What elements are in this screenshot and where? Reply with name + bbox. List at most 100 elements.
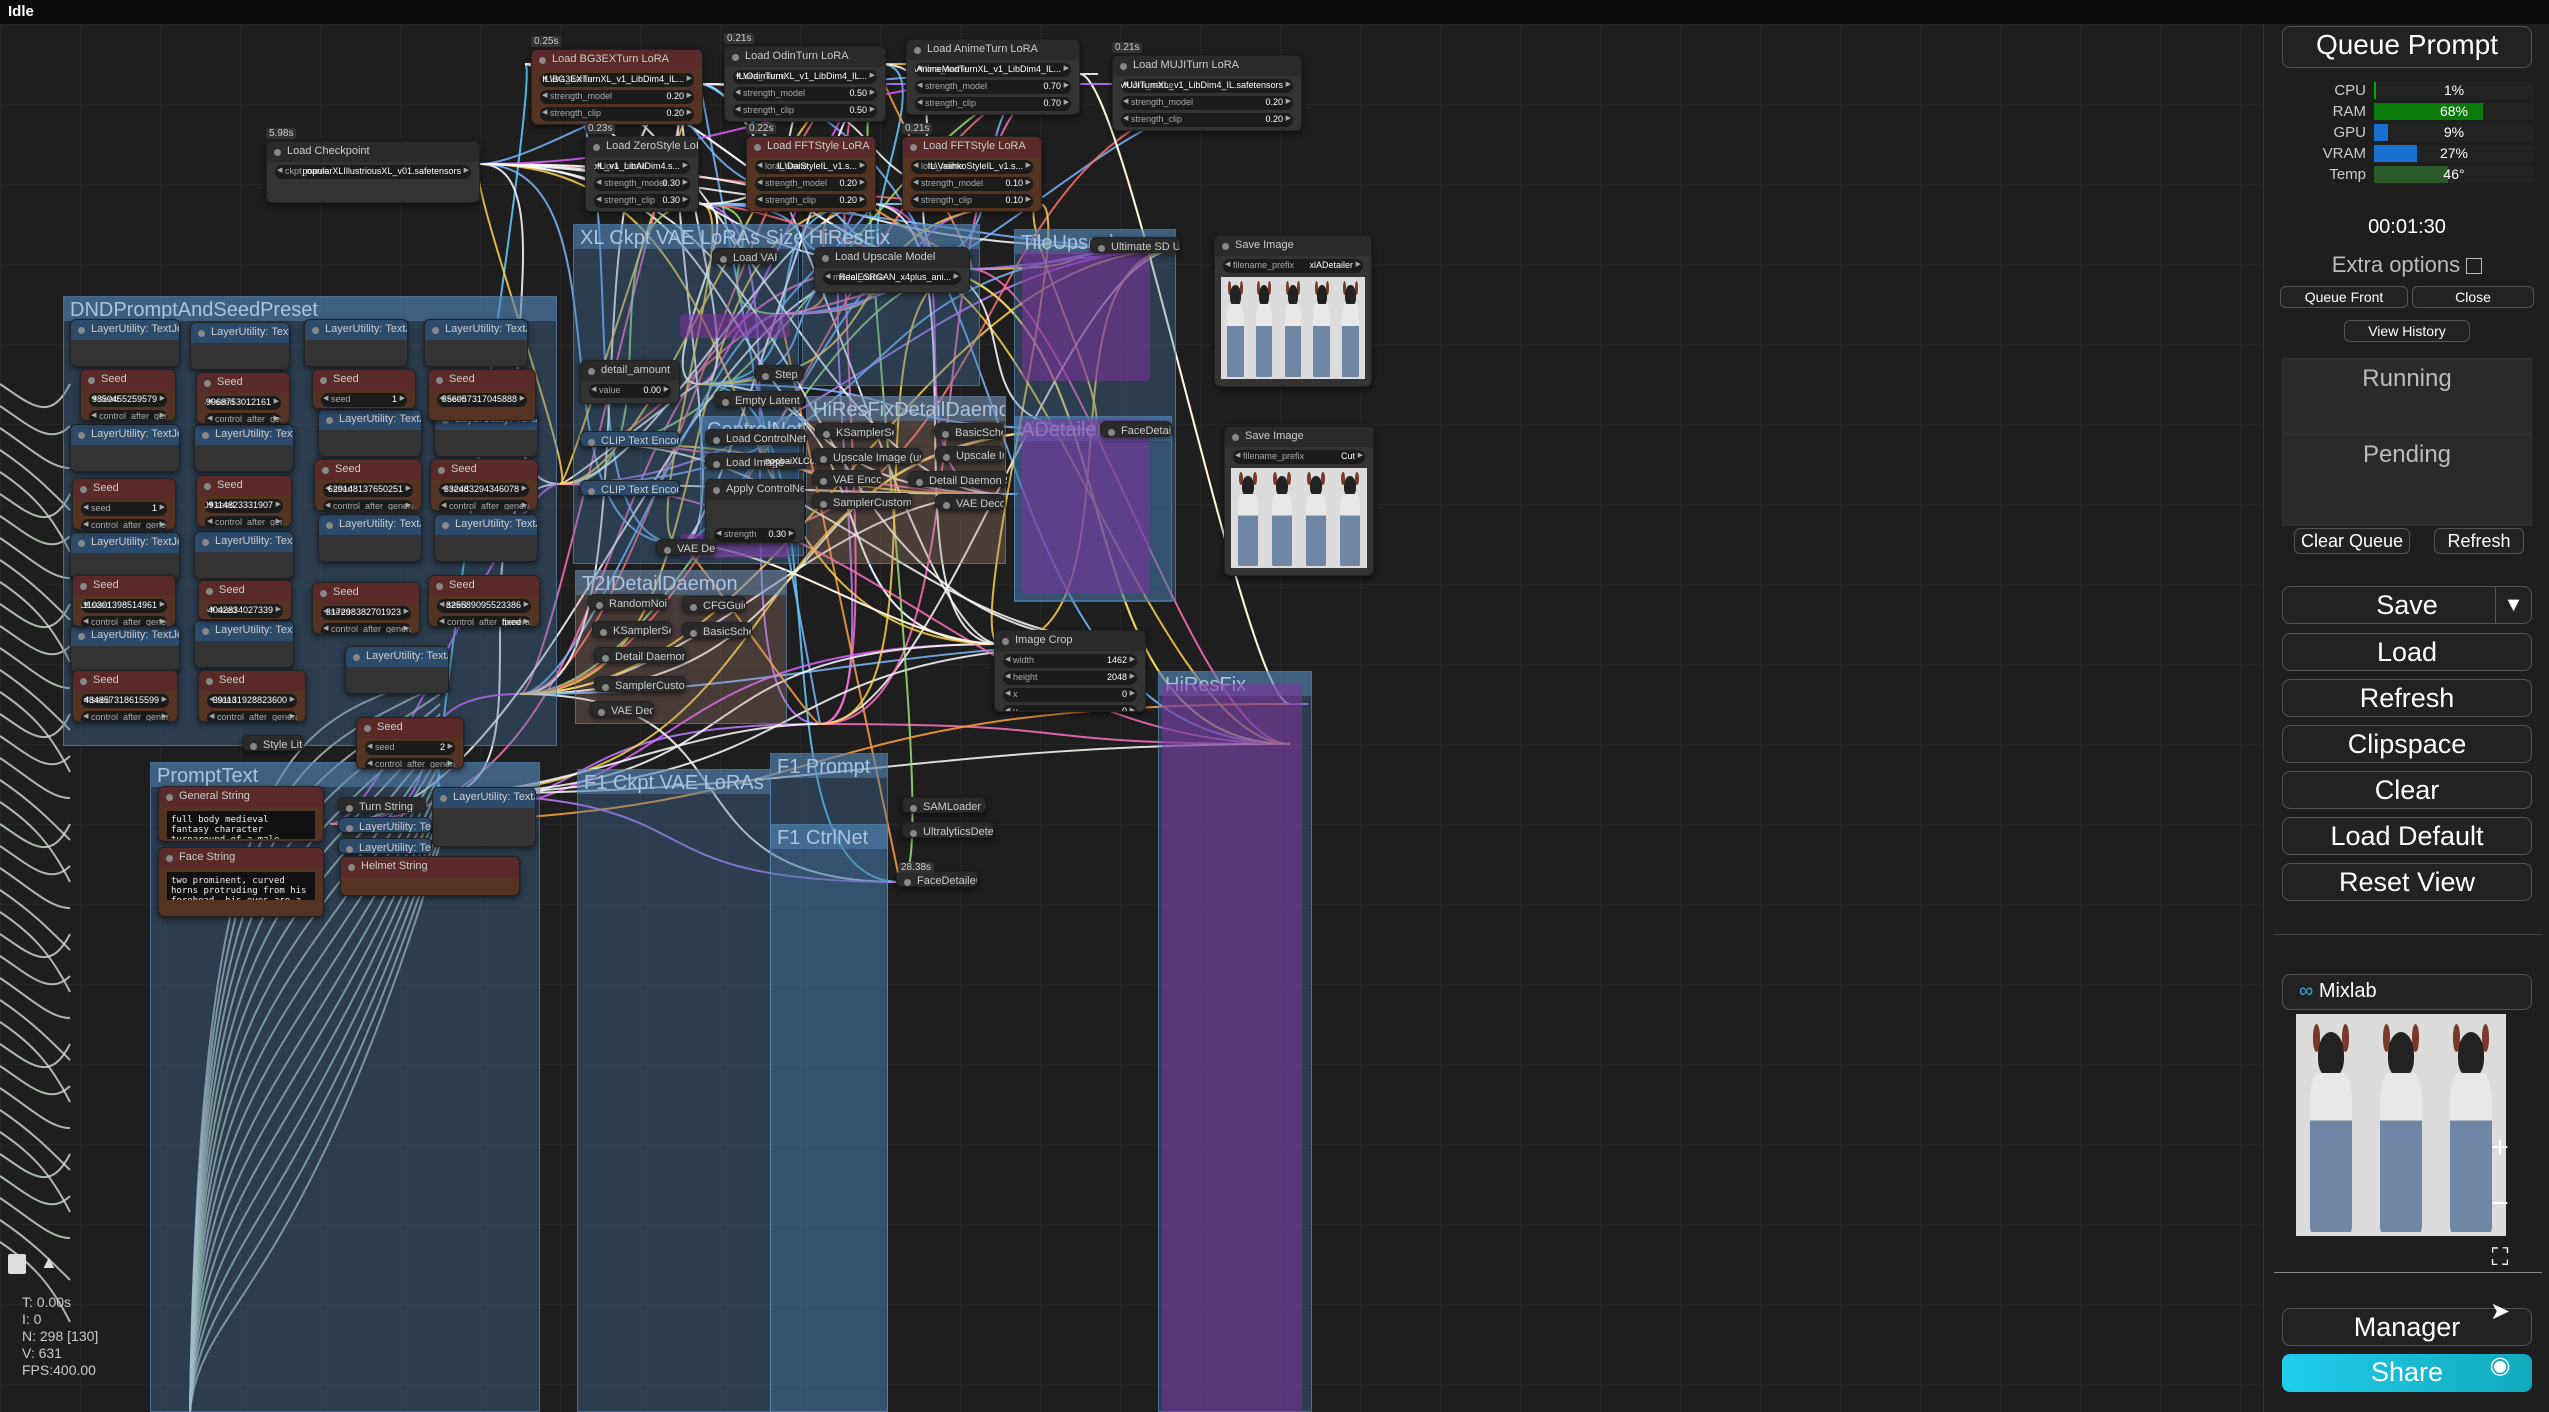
- sampler-custom-advanced-node-2[interactable]: SamplerCustomAdvance: [594, 676, 686, 692]
- general-string-text[interactable]: full body medieval fantasy character tur…: [167, 811, 315, 839]
- view-history-button[interactable]: View History: [2344, 320, 2470, 342]
- crop-x-widget[interactable]: x0: [1003, 688, 1137, 702]
- seed-widget[interactable]: seed1110301398514961: [81, 599, 167, 613]
- vae-decode-node-2[interactable]: VAE Decode: [935, 494, 1005, 510]
- vae-encode-node[interactable]: VAE Encode: [812, 470, 882, 486]
- strength-clip-widget[interactable]: strength_clip 0.20: [1121, 113, 1293, 127]
- load-button[interactable]: Load: [2282, 633, 2532, 671]
- lora-loader-node[interactable]: Load BG3EXTurn LoRA lora_nameIL\BG3EXTurn…: [531, 49, 703, 125]
- save-dropdown-icon[interactable]: ▼: [2495, 587, 2531, 623]
- extra-options[interactable]: Extra options: [2264, 252, 2549, 278]
- strength-widget[interactable]: strength 0.30: [714, 528, 796, 542]
- helmet-string-node[interactable]: Helmet String: [340, 856, 520, 896]
- textjoin-node[interactable]: LayerUtility: TextJoin: [194, 620, 294, 668]
- textjoin-node[interactable]: LayerUtility: TextJoin: [424, 319, 528, 367]
- basic-scheduler-node-2[interactable]: BasicScheduler: [682, 622, 752, 638]
- control-after-generate-widget[interactable]: control_after_generate: [205, 516, 283, 526]
- group-f1-ctrlnet[interactable]: F1 CtrlNet: [770, 824, 888, 1412]
- strength-model-widget[interactable]: strength_model 0.20: [1121, 96, 1293, 110]
- style-literal-node[interactable]: Style Literal: [242, 735, 304, 751]
- close-button[interactable]: Close: [2412, 286, 2534, 308]
- lora-name-widget[interactable]: lora_nameIL\VaiihkoStyleIL_v1.s...: [911, 160, 1033, 174]
- save-button[interactable]: Save ▼: [2282, 586, 2532, 624]
- vae-decode-node[interactable]: VAE Decode: [656, 539, 716, 555]
- seed-node[interactable]: Seed seed104042834027339: [198, 580, 292, 620]
- detail-amount-node[interactable]: detail_amountvalue 0.00: [580, 360, 680, 404]
- seed-widget[interactable]: seed629148137650251: [323, 483, 413, 497]
- group-f1-ckpt-vae-loras-seed-step[interactable]: F1 Ckpt VAE LoRAs Seed Step: [577, 769, 771, 1412]
- refresh-queue-button[interactable]: Refresh: [2434, 528, 2524, 554]
- face-string-node[interactable]: Face String two prominent, curved horns p…: [158, 847, 324, 917]
- random-noise-node[interactable]: RandomNoise: [588, 594, 668, 610]
- lora-loader-node[interactable]: Load MUJITurn LoRA lora_nameIL\MUJITurnXL…: [1112, 55, 1302, 131]
- ckpt-name-widget[interactable]: ckpt_namepopularXLIllustriousXL_v01.safe…: [275, 165, 471, 179]
- control-after-generate-widget[interactable]: control_after_generate: [205, 413, 281, 423]
- control-after-generate-widget[interactable]: control_after_generate: [89, 410, 167, 420]
- lora-loader-node[interactable]: Load FFTStyle LoRA lora_nameIL\VaiihkoSty…: [902, 136, 1042, 212]
- seed-node[interactable]: Seed seed6489968753012161 control_after_ge…: [196, 372, 290, 424]
- textjoin-node[interactable]: LayerUtility: TextJoin: [70, 424, 180, 472]
- queue-prompt-button[interactable]: Queue Prompt: [2282, 26, 2532, 68]
- seed-node[interactable]: Seed seed317298382701923 control_after_gen…: [312, 582, 420, 634]
- fit-view-icon[interactable]: ⛶: [2480, 1238, 2520, 1278]
- strength-clip-widget[interactable]: strength_clip 0.50: [733, 104, 877, 118]
- strength-model-widget[interactable]: strength_model 0.10: [911, 177, 1033, 191]
- seed-node[interactable]: Seed seed1110301398514961 control_after_ge…: [72, 575, 176, 627]
- empty-latent-node[interactable]: Empty Latent Image: [714, 391, 804, 407]
- textjoin-node[interactable]: LayerUtility: TextJoin: [432, 787, 536, 847]
- textjoin-node[interactable]: LayerUtility: TextJoin: [70, 625, 180, 673]
- clear-button[interactable]: Clear: [2282, 771, 2532, 809]
- zoom-out-icon[interactable]: −: [2480, 1184, 2520, 1224]
- textjoin-node[interactable]: LayerUtility: TextJoin: [304, 319, 408, 367]
- textjoin-node[interactable]: LayerUtility: TextJoin: [345, 646, 449, 694]
- lora-loader-node[interactable]: Load FFTStyle LoRA lora_nameIL\DaiStyleIL…: [746, 136, 876, 212]
- node-graph-canvas[interactable]: XL Ckpt VAE LoRAs Size Seed StepHiResFix…: [0, 24, 2263, 1412]
- vae-decode-node-3[interactable]: VAE Decode: [590, 701, 654, 717]
- lora-loader-node[interactable]: Load AnimeTurn LoRA lora_nameIL\AnimeModT…: [906, 39, 1080, 115]
- seed-widget[interactable]: seed356057317045888: [437, 393, 527, 407]
- mixlab-button[interactable]: ∞ Mixlab: [2282, 974, 2532, 1010]
- lora-name-widget[interactable]: lora_nameIL\BG3EXTurnXL_v1_LibDim4_IL...: [540, 73, 694, 87]
- mixlab-preview-image[interactable]: [2296, 1014, 2506, 1236]
- cfg-guider-node[interactable]: CFGGuider: [682, 596, 746, 612]
- eye-icon[interactable]: ◉: [2480, 1346, 2520, 1386]
- control-after-generate-widget[interactable]: control_after_generate: [81, 519, 167, 529]
- control-after-generate-widget[interactable]: control_after_generatefixed: [437, 616, 531, 626]
- face-detailer-node-2[interactable]: FaceDetailer: [896, 871, 978, 887]
- textjoin-node[interactable]: LayerUtility: TextJoin: [70, 319, 180, 367]
- strength-model-widget[interactable]: strength_model0.30: [594, 177, 690, 191]
- apply-controlnet-node[interactable]: Apply ControlNet (OLD) strength 0.30: [705, 479, 805, 543]
- control-after-generate-widget[interactable]: control_after_generate: [323, 500, 413, 510]
- lora-name-widget[interactable]: lora_nameIL\MUJITurnXL_v1_LibDim4_IL.saf…: [1121, 79, 1293, 93]
- strength-model-widget[interactable]: strength_model 0.20: [755, 177, 867, 191]
- filename-prefix-widget[interactable]: filename_prefix Cut: [1233, 450, 1365, 464]
- seed-widget[interactable]: seed317298382701923: [321, 606, 411, 620]
- seed-widget[interactable]: seed609114823331907: [205, 499, 283, 513]
- seed-widget[interactable]: seed 2: [365, 741, 455, 755]
- seed-node[interactable]: Seed seed629148137650251 control_after_gen…: [314, 459, 422, 511]
- ultimate-sd-upscale-node[interactable]: Ultimate SD Upscale: [1090, 237, 1180, 253]
- textjoin-node-2[interactable]: LayerUtility: TextJo: [338, 817, 432, 833]
- upscale-image-using-node[interactable]: Upscale Image (using: [812, 448, 922, 464]
- seed-widget[interactable]: seed 1: [321, 393, 407, 407]
- lora-loader-node[interactable]: Load OdinTurn LoRA lora_nameIL\OdinTurnXL…: [724, 46, 886, 122]
- sam-loader-node[interactable]: SAMLoader (Impact): [902, 797, 986, 813]
- load-checkpoint-node[interactable]: Load Checkpoint ckpt_namepopularXLIllustr…: [266, 141, 480, 203]
- save-image-node-1[interactable]: Save Image filename_prefix xlADetailer: [1214, 235, 1372, 387]
- seed-node[interactable]: Seed seed356057317045888: [428, 369, 536, 421]
- send-icon[interactable]: ➤: [2480, 1292, 2520, 1332]
- load-upscale-model-node[interactable]: Load Upscale Model model_nameRealESRGAN_x…: [814, 247, 970, 293]
- textjoin-node[interactable]: LayerUtility: TextJoin: [70, 532, 180, 580]
- save-image-node-2[interactable]: Save Image filename_prefix Cut: [1224, 426, 1374, 576]
- detail-daemon-node-2[interactable]: Detail Daemon Sample: [594, 647, 686, 663]
- face-detailer-node[interactable]: FaceDetailer: [1100, 421, 1172, 437]
- bell-icon[interactable]: ▲: [40, 1252, 58, 1273]
- clear-queue-button[interactable]: Clear Queue: [2294, 528, 2410, 554]
- load-controlnet-model-node[interactable]: Load ControlNet Model: [705, 429, 807, 445]
- seed-widget[interactable]: seed332483294346078: [439, 483, 529, 497]
- strength-clip-widget[interactable]: strength_clip 0.70: [915, 97, 1071, 111]
- ultralytics-detector-node[interactable]: UltralyticsDetectorP: [902, 822, 994, 838]
- output-image-preview[interactable]: [1221, 277, 1365, 379]
- crop-width-widget[interactable]: width 1462: [1003, 654, 1137, 668]
- face-string-text[interactable]: two prominent, curved horns protruding f…: [167, 872, 315, 900]
